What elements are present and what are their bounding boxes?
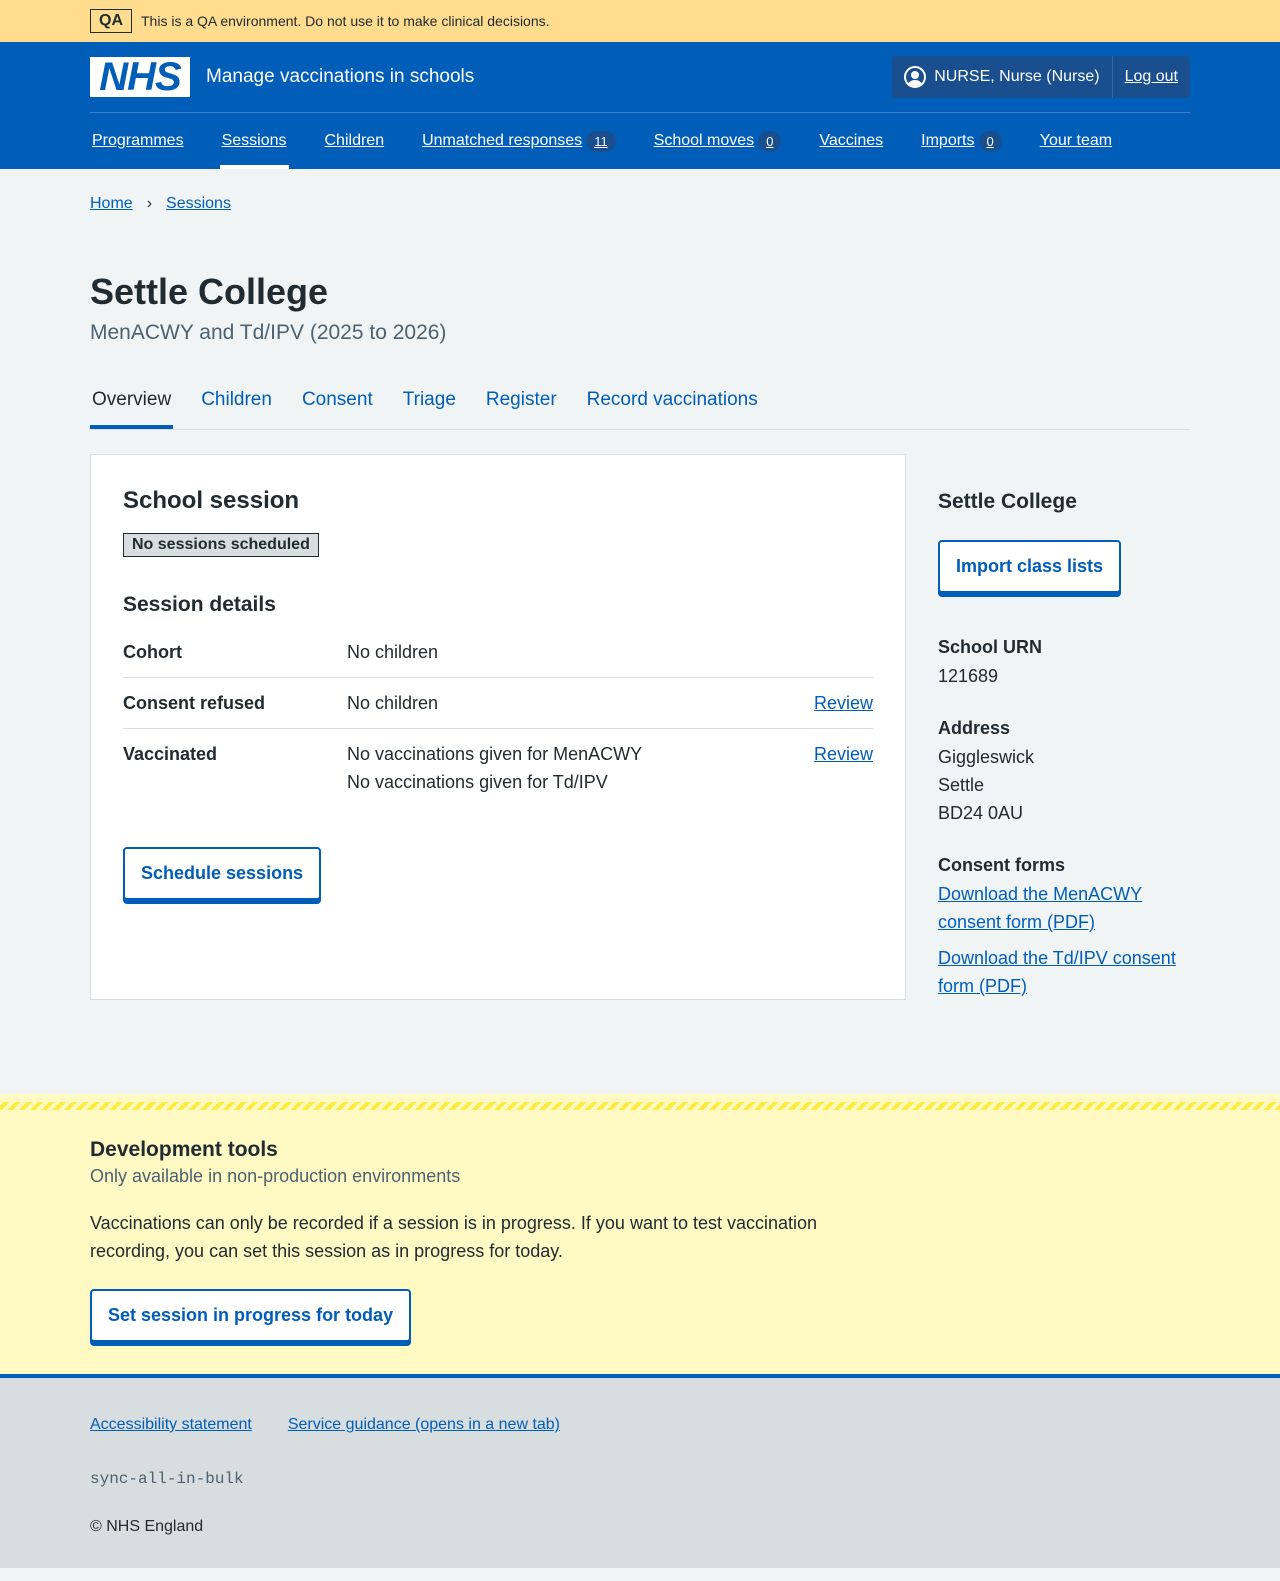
row-key: Vaccinated xyxy=(123,744,218,764)
nav-label: Children xyxy=(324,132,385,149)
session-details-title: Session details xyxy=(123,593,276,616)
dev-title: Development tools xyxy=(90,1138,278,1161)
nav-item-unmatched-responses[interactable]: Unmatched responses 11 xyxy=(420,113,618,169)
qa-tag: QA xyxy=(90,9,132,33)
summary-row: Cohort No children xyxy=(123,627,873,678)
download-menacwy-form-link[interactable]: Download the MenACWY consent form (PDF) xyxy=(938,884,1142,932)
breadcrumb-sessions[interactable]: Sessions xyxy=(166,195,231,213)
school-name: Settle College xyxy=(938,490,1077,513)
tab-triage[interactable]: Triage xyxy=(401,383,458,429)
qa-banner: QA This is a QA environment. Do not use … xyxy=(0,0,1280,42)
tab-register[interactable]: Register xyxy=(484,383,559,429)
nav-item-programmes[interactable]: Programmes xyxy=(90,113,186,169)
nav-item-school-moves[interactable]: School moves 0 xyxy=(652,113,784,169)
dev-subtitle: Only available in non-production environ… xyxy=(90,1166,461,1186)
nav-item-your-team[interactable]: Your team xyxy=(1038,113,1114,169)
copyright: © NHS England xyxy=(90,1518,204,1535)
service-name: Manage vaccinations in schools xyxy=(206,66,475,87)
nav-label: School moves xyxy=(653,132,755,149)
nhs-logo[interactable]: NHS xyxy=(90,55,190,99)
nav-label: Vaccines xyxy=(819,132,884,149)
summary-row: Consent refused No children Review xyxy=(123,678,873,729)
nav-label: Sessions xyxy=(221,132,287,149)
page-title: Settle College xyxy=(90,271,329,312)
count-badge: 0 xyxy=(758,130,782,152)
tab-record-vaccinations[interactable]: Record vaccinations xyxy=(585,383,760,429)
address-value: Giggleswick Settle BD24 0AU xyxy=(938,747,1035,823)
urn-label: School URN xyxy=(938,637,1043,657)
set-in-progress-button[interactable]: Set session in progress for today xyxy=(90,1289,412,1342)
service-guidance-link[interactable]: Service guidance (opens in a new tab) xyxy=(288,1416,560,1434)
nav-label: Programmes xyxy=(92,132,184,149)
review-link[interactable]: Review xyxy=(814,689,873,717)
nav-item-vaccines[interactable]: Vaccines xyxy=(817,113,885,169)
user-name: NURSE, Nurse (Nurse) xyxy=(934,68,1100,85)
development-tools: Development tools Only available in non-… xyxy=(0,1094,1280,1378)
row-value: No vaccinations given for MenACWY No vacc… xyxy=(347,744,643,792)
logout-link[interactable]: Log out xyxy=(1113,68,1190,86)
nav-item-imports[interactable]: Imports 0 xyxy=(919,113,1004,169)
review-link[interactable]: Review xyxy=(814,740,873,796)
row-key: Cohort xyxy=(123,642,182,662)
schedule-sessions-button[interactable]: Schedule sessions xyxy=(123,847,322,900)
tab-overview[interactable]: Overview xyxy=(90,383,174,429)
session-tabs: Overview Children Consent Triage Register Rec… xyxy=(90,383,1190,430)
school-sidebar: Settle College Import class lists School… xyxy=(938,454,1190,1000)
header: NHS Manage vaccinations in schools NURSE… xyxy=(0,42,1280,169)
accessibility-link[interactable]: Accessibility statement xyxy=(90,1416,252,1434)
urn-value: 121689 xyxy=(938,666,999,686)
download-tdipv-form-link[interactable]: Download the Td/IPV consent form (PDF) xyxy=(938,948,1176,996)
count-badge: 0 xyxy=(978,130,1002,152)
status-badge: No sessions scheduled xyxy=(123,533,319,557)
build-name: sync-all-in-bulk xyxy=(90,1470,244,1488)
nav-item-children[interactable]: Children xyxy=(323,113,387,169)
nav-label: Imports xyxy=(921,132,975,149)
summary-row: Vaccinated No vaccinations given for MenA… xyxy=(123,729,873,807)
qa-text: This is a QA environment. Do not use it … xyxy=(141,13,550,29)
primary-nav: Programmes Sessions Children Unmatched resp… xyxy=(90,113,1190,169)
user-icon xyxy=(904,66,927,88)
page-caption: MenACWY and Td/IPV (2025 to 2026) xyxy=(90,321,447,344)
school-session-card: School session No sessions scheduled Ses… xyxy=(90,454,906,1000)
breadcrumb-home[interactable]: Home xyxy=(90,195,133,213)
nav-label: Your team xyxy=(1039,132,1113,149)
nav-item-sessions[interactable]: Sessions xyxy=(219,113,289,169)
breadcrumb: Home › Sessions xyxy=(90,169,1190,213)
dev-text: Vaccinations can only be recorded if a s… xyxy=(90,1213,818,1261)
consent-forms-label: Consent forms xyxy=(938,855,1066,875)
row-value: No children xyxy=(347,693,439,713)
row-key: Consent refused xyxy=(123,693,266,713)
chevron-right-icon: › xyxy=(146,195,153,212)
row-value: No children xyxy=(347,642,439,662)
count-badge: 11 xyxy=(586,130,616,152)
footer: Accessibility statement Service guidance … xyxy=(0,1378,1280,1568)
tab-consent[interactable]: Consent xyxy=(300,383,375,429)
address-label: Address xyxy=(938,718,1011,738)
import-class-lists-button[interactable]: Import class lists xyxy=(938,540,1122,593)
card-title: School session xyxy=(123,487,300,514)
account-menu: NURSE, Nurse (Nurse) Log out xyxy=(892,56,1190,98)
tab-children[interactable]: Children xyxy=(199,383,274,429)
nav-label: Unmatched responses xyxy=(422,132,583,149)
